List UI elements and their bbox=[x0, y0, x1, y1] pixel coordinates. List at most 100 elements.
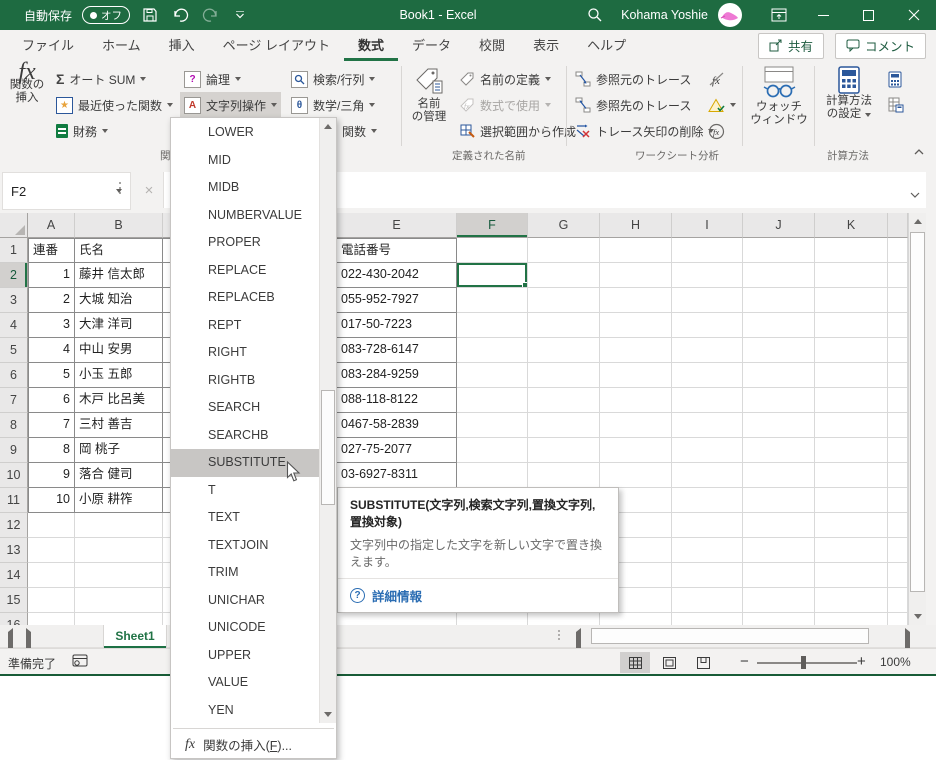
save-button[interactable] bbox=[140, 5, 160, 25]
menu-item-yen[interactable]: YEN bbox=[171, 697, 319, 725]
cell-I16[interactable] bbox=[672, 613, 743, 625]
menu-item-rightb[interactable]: RIGHTB bbox=[171, 367, 319, 395]
cell-I15[interactable] bbox=[672, 588, 743, 613]
cell-J8[interactable] bbox=[743, 413, 815, 438]
cell-I12[interactable] bbox=[672, 513, 743, 538]
ribbon-tab-1[interactable]: ホーム bbox=[88, 30, 155, 61]
cell-B1[interactable]: 氏名 bbox=[75, 238, 163, 263]
cell-G10[interactable] bbox=[528, 463, 600, 488]
evaluate-formula-button[interactable]: fx bbox=[704, 118, 738, 144]
cell-H9[interactable] bbox=[600, 438, 672, 463]
cell-B12[interactable] bbox=[75, 513, 163, 538]
select-all-corner[interactable] bbox=[0, 213, 28, 238]
name-box[interactable]: F2 bbox=[2, 172, 131, 210]
cell-K16[interactable] bbox=[815, 613, 888, 625]
cell-A1[interactable]: 連番 bbox=[28, 238, 75, 263]
column-header-E[interactable]: E bbox=[337, 213, 457, 238]
cell-A9[interactable]: 8 bbox=[28, 438, 75, 463]
cell-E4[interactable]: 017-50-7223 bbox=[337, 313, 457, 338]
cell-X2[interactable] bbox=[888, 263, 908, 288]
row-header-4[interactable]: 4 bbox=[0, 313, 28, 338]
tooltip-help-link[interactable]: ? 詳細情報 bbox=[350, 586, 606, 605]
fill-handle[interactable] bbox=[522, 282, 527, 287]
cell-A12[interactable] bbox=[28, 513, 75, 538]
cell-B15[interactable] bbox=[75, 588, 163, 613]
cell-B11[interactable]: 小原 耕筰 bbox=[75, 488, 163, 513]
cell-X3[interactable] bbox=[888, 288, 908, 313]
avatar[interactable] bbox=[718, 3, 742, 27]
cell-K3[interactable] bbox=[815, 288, 888, 313]
menu-item-replace[interactable]: REPLACE bbox=[171, 257, 319, 285]
cell-G1[interactable] bbox=[528, 238, 600, 263]
cell-G6[interactable] bbox=[528, 363, 600, 388]
cell-K15[interactable] bbox=[815, 588, 888, 613]
menu-item-proper[interactable]: PROPER bbox=[171, 229, 319, 257]
menu-item-unichar[interactable]: UNICHAR bbox=[171, 587, 319, 615]
menu-item-searchb[interactable]: SEARCHB bbox=[171, 422, 319, 450]
vertical-scrollbar[interactable] bbox=[908, 213, 926, 625]
cell-H8[interactable] bbox=[600, 413, 672, 438]
user-name[interactable]: Kohama Yoshie bbox=[621, 8, 708, 22]
cell-J5[interactable] bbox=[743, 338, 815, 363]
menu-item-lower[interactable]: LOWER bbox=[171, 119, 319, 147]
cell-B13[interactable] bbox=[75, 538, 163, 563]
ribbon-tab-2[interactable]: 挿入 bbox=[155, 30, 209, 61]
cell-B16[interactable] bbox=[75, 613, 163, 625]
calculate-sheet-button[interactable] bbox=[884, 92, 916, 118]
cell-J9[interactable] bbox=[743, 438, 815, 463]
row-header-5[interactable]: 5 bbox=[0, 338, 28, 363]
cell-I3[interactable] bbox=[672, 288, 743, 313]
menu-item-text[interactable]: TEXT bbox=[171, 504, 319, 532]
column-header-J[interactable]: J bbox=[743, 213, 815, 238]
collapse-ribbon-button[interactable] bbox=[910, 138, 936, 164]
cell-A3[interactable]: 2 bbox=[28, 288, 75, 313]
menu-item-midb[interactable]: MIDB bbox=[171, 174, 319, 202]
column-header-I[interactable]: I bbox=[672, 213, 743, 238]
cell-E3[interactable]: 055-952-7927 bbox=[337, 288, 457, 313]
text-functions-button[interactable]: A 文字列操作 bbox=[180, 92, 282, 118]
cell-G7[interactable] bbox=[528, 388, 600, 413]
cell-E6[interactable]: 083-284-9259 bbox=[337, 363, 457, 388]
cell-J11[interactable] bbox=[743, 488, 815, 513]
cell-I10[interactable] bbox=[672, 463, 743, 488]
formula-bar-grip[interactable] bbox=[119, 182, 121, 194]
cell-G5[interactable] bbox=[528, 338, 600, 363]
cell-J10[interactable] bbox=[743, 463, 815, 488]
page-layout-view-button[interactable] bbox=[654, 652, 684, 673]
menu-item-search[interactable]: SEARCH bbox=[171, 394, 319, 422]
cell-K6[interactable] bbox=[815, 363, 888, 388]
comments-button[interactable]: コメント bbox=[834, 32, 926, 59]
cell-J12[interactable] bbox=[743, 513, 815, 538]
autosum-button[interactable]: Σ オート SUM bbox=[52, 66, 150, 92]
redo-button[interactable] bbox=[200, 5, 220, 25]
cell-H6[interactable] bbox=[600, 363, 672, 388]
menu-item-numbervalue[interactable]: NUMBERVALUE bbox=[171, 202, 319, 230]
tab-scroll-splitter[interactable] bbox=[558, 630, 560, 640]
cell-E9[interactable]: 027-75-2077 bbox=[337, 438, 457, 463]
row-header-15[interactable]: 15 bbox=[0, 588, 28, 613]
macro-record-button[interactable] bbox=[72, 654, 88, 671]
ribbon-tab-6[interactable]: 校閲 bbox=[465, 30, 519, 61]
ribbon-tab-8[interactable]: ヘルプ bbox=[573, 30, 640, 61]
cell-B10[interactable]: 落合 健司 bbox=[75, 463, 163, 488]
cell-X11[interactable] bbox=[888, 488, 908, 513]
cell-K9[interactable] bbox=[815, 438, 888, 463]
row-header-1[interactable]: 1 bbox=[0, 238, 28, 263]
cell-H3[interactable] bbox=[600, 288, 672, 313]
insert-function-menu-item[interactable]: fx 関数の挿入(F)... bbox=[171, 731, 336, 758]
cell-A15[interactable] bbox=[28, 588, 75, 613]
cell-E10[interactable]: 03-6927-8311 bbox=[337, 463, 457, 488]
cell-I2[interactable] bbox=[672, 263, 743, 288]
cell-F9[interactable] bbox=[457, 438, 528, 463]
menu-item-value[interactable]: VALUE bbox=[171, 669, 319, 697]
row-header-16[interactable]: 16 bbox=[0, 613, 28, 625]
cell-I6[interactable] bbox=[672, 363, 743, 388]
cell-F3[interactable] bbox=[457, 288, 528, 313]
cell-J15[interactable] bbox=[743, 588, 815, 613]
cell-A8[interactable]: 7 bbox=[28, 413, 75, 438]
cell-B8[interactable]: 三村 善吉 bbox=[75, 413, 163, 438]
trace-precedents-button[interactable]: 参照元のトレース bbox=[571, 66, 695, 92]
cell-A11[interactable]: 10 bbox=[28, 488, 75, 513]
cell-F7[interactable] bbox=[457, 388, 528, 413]
zoom-in-button[interactable]: + bbox=[857, 653, 866, 670]
